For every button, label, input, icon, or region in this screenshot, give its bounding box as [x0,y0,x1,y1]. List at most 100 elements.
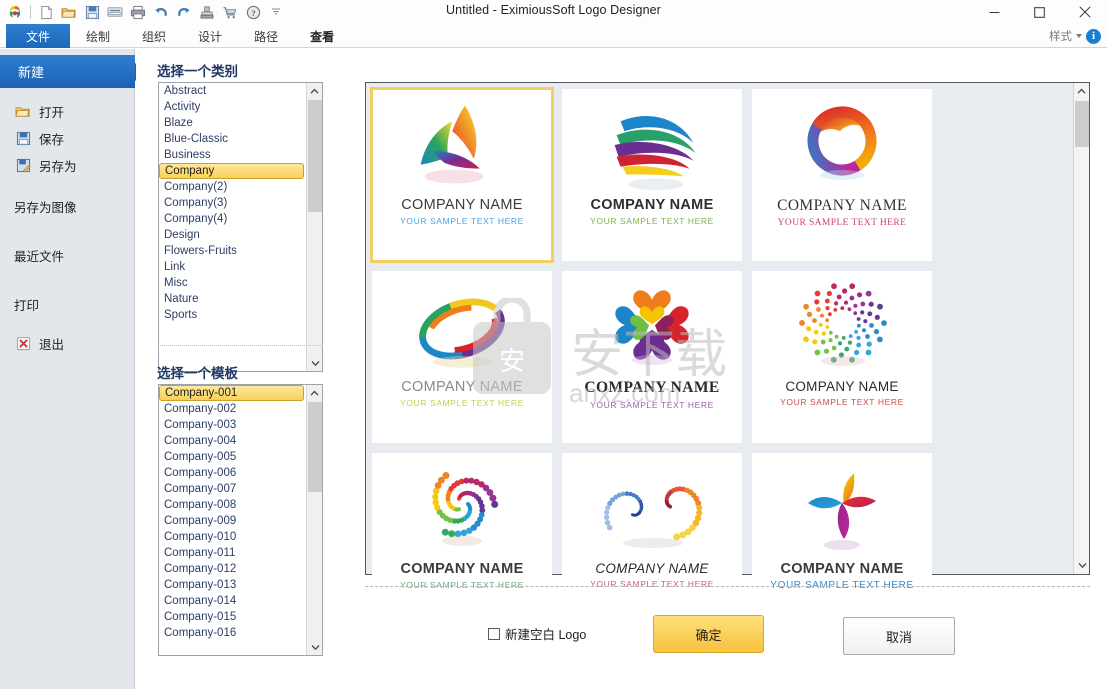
list-item[interactable]: Business [159,147,306,163]
scrollbar-thumb[interactable] [308,402,322,492]
scroll-down-icon[interactable] [307,639,322,655]
logo-subtitle: YOUR SAMPLE TEXT HERE [590,216,714,226]
sidebar-item-open[interactable]: 打开 [0,98,134,125]
logo-title: COMPANY NAME [595,561,709,576]
category-scrollbar[interactable] [306,83,322,371]
sidebar-item-new[interactable]: 新建 [0,55,135,88]
sidebar-item-print[interactable]: 打印 [0,291,134,318]
tab-path[interactable]: 路径 [238,24,294,48]
list-item[interactable]: Company(4) [159,211,306,227]
list-item[interactable]: Misc [159,275,306,291]
list-item[interactable]: Design [159,227,306,243]
list-item[interactable]: Company-016 [159,625,306,641]
list-item-selected[interactable]: Company-001 [159,385,304,401]
sidebar-item-label: 保存 [39,133,65,147]
template-thumbnail[interactable]: COMPANY NAME YOUR SAMPLE TEXT HERE [752,89,932,261]
scroll-up-icon[interactable] [307,385,322,401]
window-title: Untitled - EximiousSoft Logo Designer [446,3,661,17]
scrollbar-thumb[interactable] [308,100,322,212]
chevron-down-icon[interactable] [1076,34,1082,38]
list-item[interactable]: Blaze [159,115,306,131]
blank-logo-checkbox[interactable] [488,627,500,640]
scroll-up-icon[interactable] [1074,83,1089,100]
sidebar-item-save-as-image[interactable]: 另存为图像 [0,193,134,220]
sidebar-item-label: 新建 [18,65,45,80]
logo-subtitle: YOUR SAMPLE TEXT HERE [590,579,714,589]
list-item[interactable]: Company-003 [159,417,306,433]
tab-organize[interactable]: 组织 [126,24,182,48]
list-item[interactable]: Company-005 [159,449,306,465]
logo-subtitle: YOUR SAMPLE TEXT HERE [780,397,904,407]
template-gallery-panel: COMPANY NAME YOUR SAMPLE TEXT HERE COMPA… [365,82,1090,625]
list-item[interactable]: Company-014 [159,593,306,609]
list-item[interactable]: Company(2) [159,179,306,195]
template-thumbnail[interactable]: COMPANY NAME YOUR SAMPLE TEXT HERE [562,271,742,443]
list-item[interactable]: Blue-Classic [159,131,306,147]
template-listbox[interactable]: Company-001 Company-002 Company-003 Comp… [158,384,323,656]
list-item[interactable]: Company-008 [159,497,306,513]
list-item[interactable]: Company(3) [159,195,306,211]
logo-subtitle: YOUR SAMPLE TEXT HERE [777,218,907,228]
cancel-button[interactable]: 取消 [843,617,955,655]
gallery-scrollbar[interactable] [1073,83,1089,574]
list-item[interactable]: Abstract [159,83,306,99]
tab-draw[interactable]: 绘制 [70,24,126,48]
ok-button[interactable]: 确定 [653,615,764,653]
scrollbar-thumb[interactable] [1075,101,1089,147]
scroll-down-icon[interactable] [1074,557,1090,574]
list-item[interactable]: Company-009 [159,513,306,529]
list-item[interactable]: Company-012 [159,561,306,577]
template-thumbnail[interactable]: COMPANY NAME YOUR SAMPLE TEXT HERE [372,271,552,443]
list-item[interactable]: Activity [159,99,306,115]
list-item[interactable]: Link [159,259,306,275]
category-panel-title: 选择一个类别 [157,64,238,79]
blank-logo-checkbox-row[interactable]: 新建空白 Logo [488,624,586,643]
template-thumbnail[interactable]: COMPANY NAME YOUR SAMPLE TEXT HERE [370,87,554,263]
info-icon[interactable]: i [1086,28,1101,44]
template-scrollbar[interactable] [306,385,322,655]
tab-file[interactable]: 文件 [6,24,71,48]
tab-view[interactable]: 查看 [294,24,350,48]
scroll-down-icon[interactable] [307,355,322,371]
list-item[interactable]: Company-006 [159,465,306,481]
sidebar-item-label: 最近文件 [14,250,65,264]
category-listbox[interactable]: Abstract Activity Blaze Blue-Classic Bus… [158,82,323,372]
sidebar-item-exit[interactable]: 退出 [0,330,134,357]
logo-subtitle: YOUR SAMPLE TEXT HERE [400,216,524,226]
backstage-sidebar: 新建 打开 保存 另存为 另存为图像 最近文件 打印 退出 [0,49,135,689]
sidebar-item-save-as[interactable]: 另存为 [0,152,134,179]
list-item[interactable]: Company-007 [159,481,306,497]
logo-title: COMPANY NAME [590,197,714,213]
list-item[interactable]: Sports [159,307,306,323]
logo-title: COMPANY NAME [401,197,523,213]
template-thumbnail[interactable]: COMPANY NAME YOUR SAMPLE TEXT HERE [752,271,932,443]
ribbon-tabs: 文件 绘制 组织 设计 路径 查看 [6,24,350,48]
close-button[interactable] [1062,0,1107,24]
list-item[interactable]: Nature [159,291,306,307]
list-item[interactable]: Company-002 [159,401,306,417]
logo-art-dot-burst-icon [752,271,932,379]
scroll-up-icon[interactable] [307,83,322,99]
list-item[interactable]: Company-015 [159,609,306,625]
list-item[interactable]: Flowers-Fruits [159,243,306,259]
logo-title: COMPANY NAME [584,379,720,396]
sidebar-item-label: 打印 [14,299,40,313]
list-item[interactable]: Company-011 [159,545,306,561]
sidebar-item-label: 打开 [39,106,65,120]
list-item[interactable]: Company-004 [159,433,306,449]
save-icon [14,131,32,147]
list-item[interactable]: Company-013 [159,577,306,593]
sidebar-item-recent-files[interactable]: 最近文件 [0,242,134,269]
sidebar-item-save[interactable]: 保存 [0,125,134,152]
minimize-button[interactable] [972,0,1017,24]
logo-title: COMPANY NAME [785,379,899,394]
template-thumbnail[interactable]: COMPANY NAME YOUR SAMPLE TEXT HERE [562,89,742,261]
blank-logo-checkbox-label: 新建空白 Logo [505,628,587,642]
list-item[interactable]: Company-010 [159,529,306,545]
tab-design[interactable]: 设计 [182,24,238,48]
style-dropdown-label[interactable]: 样式 [1049,28,1072,44]
list-item-selected[interactable]: Company [159,163,304,179]
template-list: Company-001 Company-002 Company-003 Comp… [159,385,306,655]
maximize-button[interactable] [1017,0,1062,24]
panel-divider [158,345,323,346]
